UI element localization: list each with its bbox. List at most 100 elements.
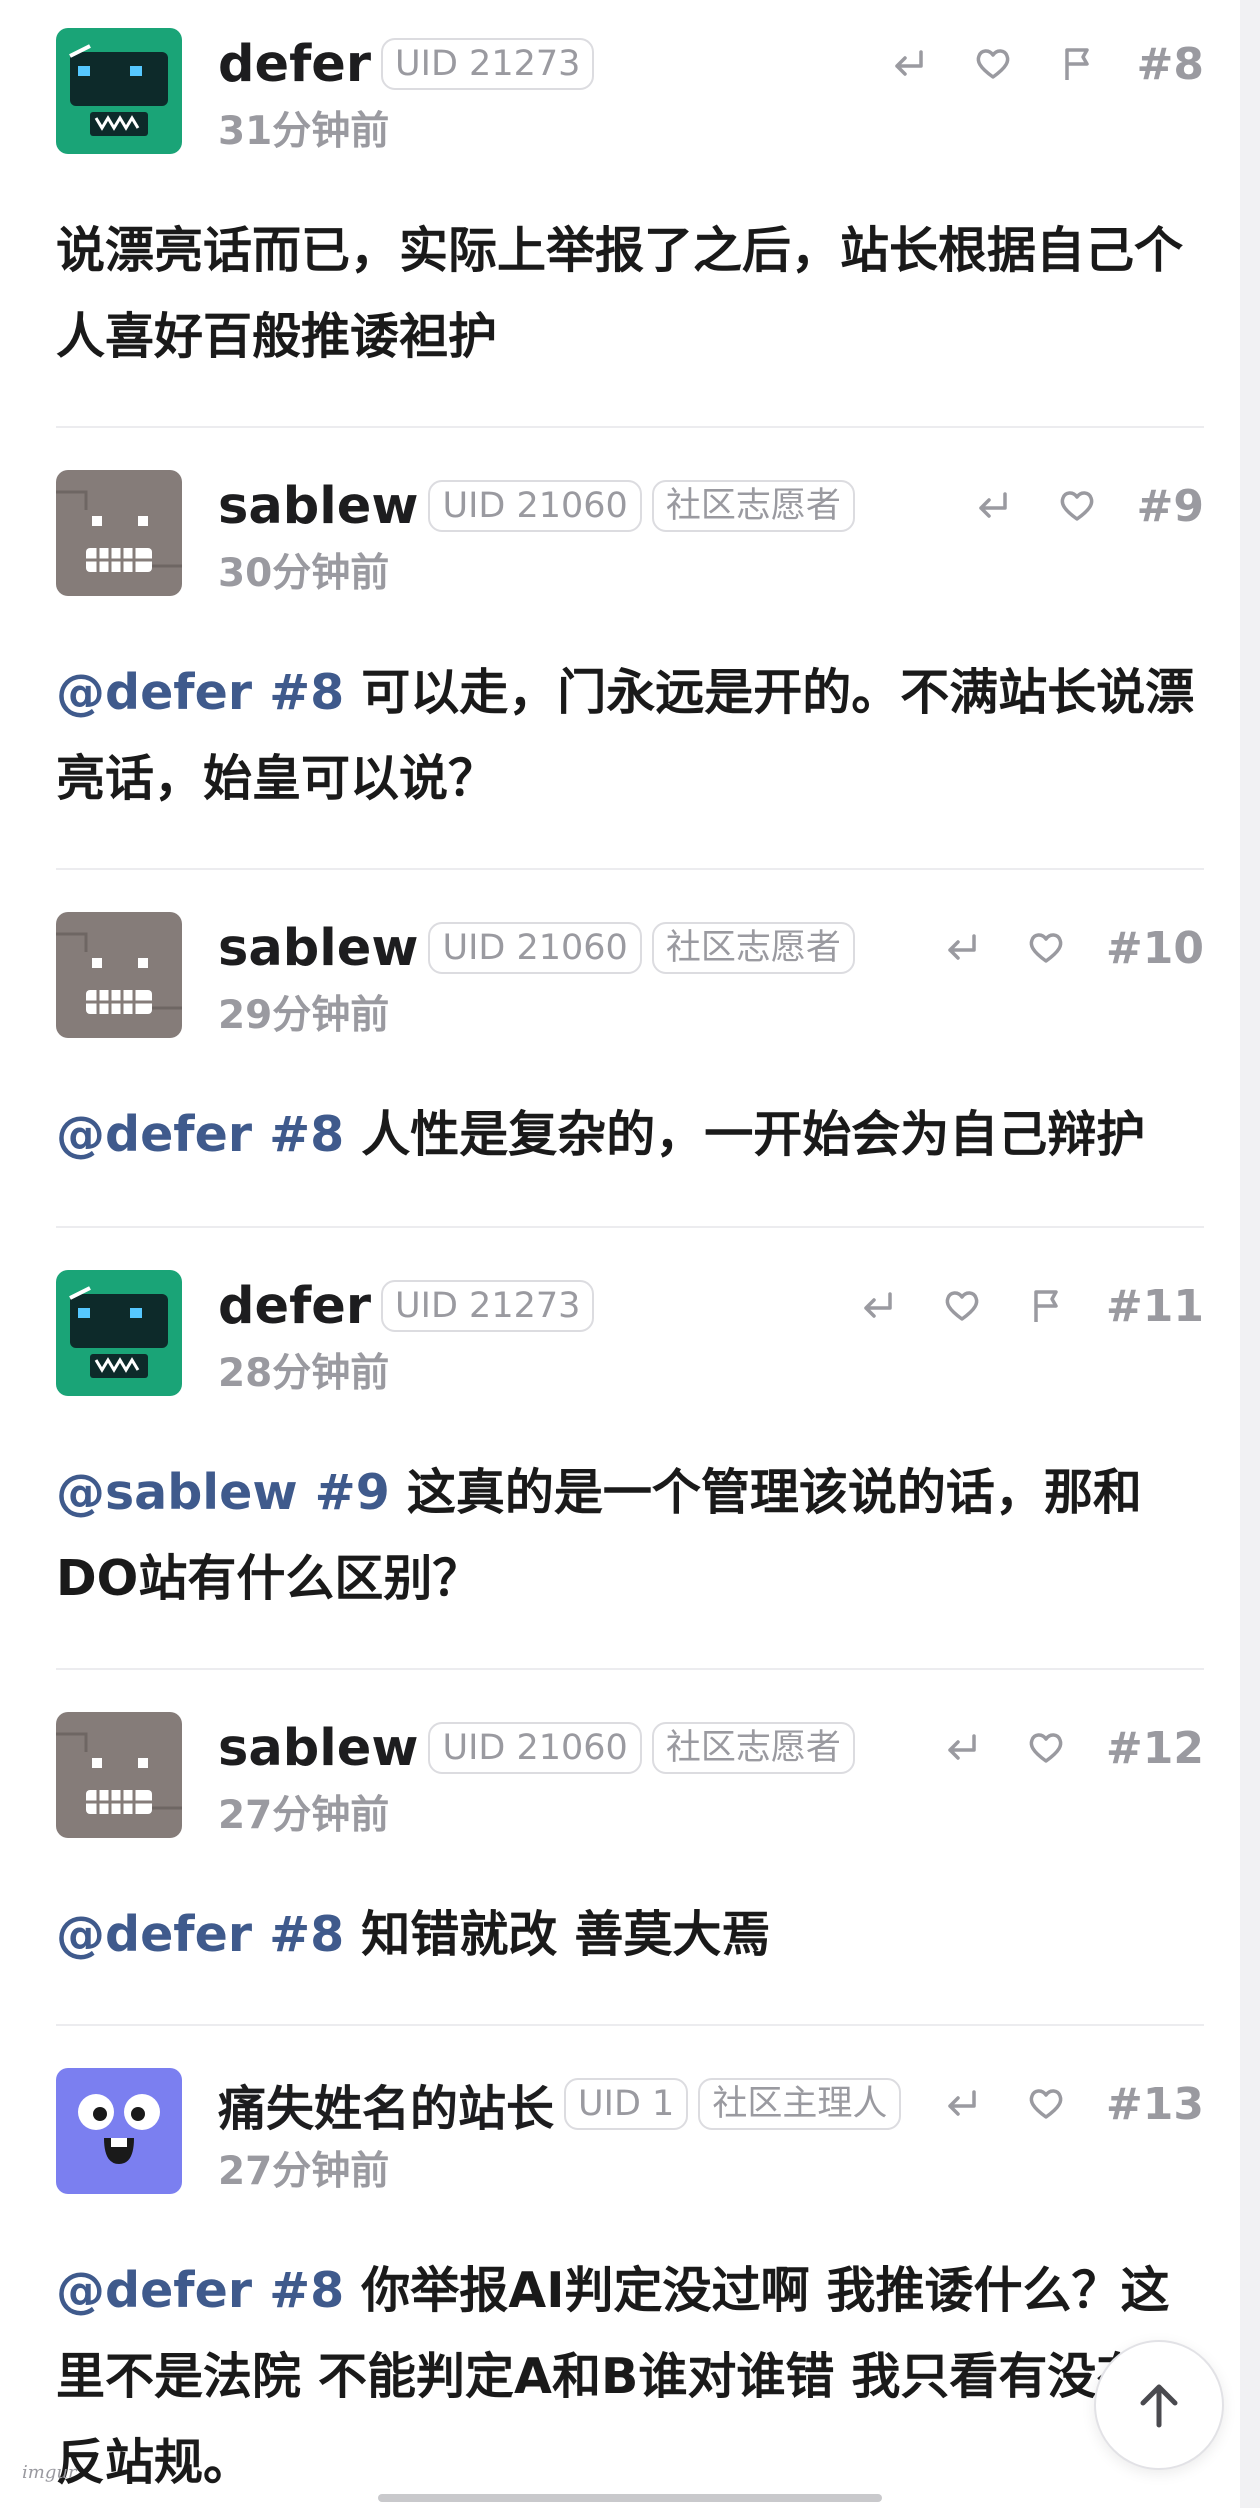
reply-button[interactable] <box>969 482 1017 530</box>
author-name[interactable]: defer <box>218 1277 371 1336</box>
uid-badge: UID 1 <box>564 2078 689 2130</box>
post-content: @defer #8 你举报AI判定没过啊 我推诿什么？这里不是法院 不能判定A和… <box>56 2248 1206 2506</box>
reply-icon <box>889 44 929 84</box>
author-line: sablew UID 21060 社区志愿者 <box>218 1712 855 1784</box>
post-actions: #13 <box>938 2072 1204 2136</box>
flag-icon <box>1057 44 1097 84</box>
post-content: @defer #8 可以走，门永远是开的。不满站长说漂亮话，始皇可以说？ <box>56 650 1206 822</box>
post-content: 说漂亮话而已，实际上举报了之后，站长根据自己个人喜好百般推诿袒护 <box>56 208 1206 380</box>
uid-badge: UID 21060 <box>428 922 642 974</box>
post-number[interactable]: #13 <box>1106 2079 1204 2130</box>
uid-badge: UID 21060 <box>428 1722 642 1774</box>
report-button[interactable] <box>1053 40 1101 88</box>
post-number[interactable]: #8 <box>1137 39 1204 90</box>
like-button[interactable] <box>1053 482 1101 530</box>
like-button[interactable] <box>938 1282 986 1330</box>
avatar[interactable] <box>56 28 182 154</box>
author-name[interactable]: sablew <box>218 1719 418 1778</box>
post-time: 27分钟前 <box>218 1793 390 1838</box>
post-content: @defer #8 人性是复杂的，一开始会为自己辩护 <box>56 1092 1206 1178</box>
post-body: 知错就改 善莫大焉 <box>344 1906 771 1963</box>
post-content: @defer #8 知错就改 善莫大焉 <box>56 1892 1206 1978</box>
avatar[interactable] <box>56 1712 182 1838</box>
like-button[interactable] <box>1022 924 1070 972</box>
author-line: 痛失姓名的站长 UID 1 社区主理人 <box>218 2068 902 2140</box>
scroll-to-top-button[interactable] <box>1094 2340 1224 2470</box>
post-divider <box>56 1668 1204 1670</box>
post-number[interactable]: #9 <box>1137 481 1204 532</box>
heart-icon <box>1057 486 1097 526</box>
author-line: defer UID 21273 <box>218 1270 595 1342</box>
post-item: 痛失姓名的站长 UID 1 社区主理人 27分钟前 #13 @defer #8 你… <box>56 2068 1204 2506</box>
reply-button[interactable] <box>938 924 986 972</box>
post-actions: #9 <box>969 474 1204 538</box>
reply-icon <box>942 928 982 968</box>
post-time: 30分钟前 <box>218 551 390 596</box>
report-button[interactable] <box>1022 1282 1070 1330</box>
author-line: defer UID 21273 <box>218 28 595 100</box>
post-number[interactable]: #12 <box>1106 1723 1204 1774</box>
role-badge: 社区志愿者 <box>651 1722 855 1774</box>
flag-icon <box>1026 1286 1066 1326</box>
mention-link[interactable]: @defer #8 <box>56 1106 344 1163</box>
post-item: defer UID 21273 28分钟前 #11 @sablew #9 这真的… <box>56 1270 1204 1622</box>
post-number[interactable]: #11 <box>1106 1281 1204 1332</box>
post-actions: #11 <box>854 1274 1204 1338</box>
reply-icon <box>858 1286 898 1326</box>
post-actions: #8 <box>885 32 1204 96</box>
uid-badge: UID 21060 <box>428 480 642 532</box>
reply-icon <box>973 486 1013 526</box>
like-button[interactable] <box>1022 1724 1070 1772</box>
post-actions: #10 <box>938 916 1204 980</box>
reply-button[interactable] <box>938 1724 986 1772</box>
reply-button[interactable] <box>854 1282 902 1330</box>
post-time: 29分钟前 <box>218 993 390 1038</box>
reply-button[interactable] <box>938 2080 986 2128</box>
heart-icon <box>1026 928 1066 968</box>
post-item: sablew UID 21060 社区志愿者 30分钟前 #9 @defer #8… <box>56 470 1204 822</box>
author-name[interactable]: 痛失姓名的站长 <box>218 2069 554 2139</box>
mention-link[interactable]: @defer #8 <box>56 1906 344 1963</box>
post-number[interactable]: #10 <box>1106 923 1204 974</box>
heart-icon <box>1026 2084 1066 2124</box>
post-divider <box>56 426 1204 428</box>
uid-badge: UID 21273 <box>381 38 595 90</box>
post-time: 27分钟前 <box>218 2149 390 2194</box>
post-time: 31分钟前 <box>218 109 390 154</box>
post-item: sablew UID 21060 社区志愿者 29分钟前 #10 @defer #… <box>56 912 1204 1178</box>
like-button[interactable] <box>969 40 1017 88</box>
home-indicator <box>378 2494 882 2502</box>
post-list: defer UID 21273 31分钟前 #8 说漂亮话而已，实际上举报了之后… <box>0 0 1240 2508</box>
heart-icon <box>942 1286 982 1326</box>
post-divider <box>56 1226 1204 1228</box>
uid-badge: UID 21273 <box>381 1280 595 1332</box>
author-line: sablew UID 21060 社区志愿者 <box>218 470 855 542</box>
avatar[interactable] <box>56 912 182 1038</box>
post-time: 28分钟前 <box>218 1351 390 1396</box>
reply-button[interactable] <box>885 40 933 88</box>
mention-link[interactable]: @defer #8 <box>56 664 344 721</box>
reply-icon <box>942 2084 982 2124</box>
post-content: @sablew #9 这真的是一个管理该说的话，那和DO站有什么区别？ <box>56 1450 1206 1622</box>
post-actions: #12 <box>938 1716 1204 1780</box>
heart-icon <box>1026 1728 1066 1768</box>
author-name[interactable]: defer <box>218 35 371 94</box>
like-button[interactable] <box>1022 2080 1070 2128</box>
post-divider <box>56 2024 1204 2026</box>
avatar[interactable] <box>56 470 182 596</box>
mention-link[interactable]: @defer #8 <box>56 2262 344 2319</box>
post-body: 说漂亮话而已，实际上举报了之后，站长根据自己个人喜好百般推诿袒护 <box>56 222 1184 365</box>
post-divider <box>56 868 1204 870</box>
avatar[interactable] <box>56 1270 182 1396</box>
post-body: 人性是复杂的，一开始会为自己辩护 <box>344 1106 1146 1163</box>
watermark: imgur <box>22 2462 77 2483</box>
author-name[interactable]: sablew <box>218 477 418 536</box>
mention-link[interactable]: @sablew #9 <box>56 1464 390 1521</box>
reply-icon <box>942 1728 982 1768</box>
post-item: sablew UID 21060 社区志愿者 27分钟前 #12 @defer #… <box>56 1712 1204 1978</box>
role-badge: 社区志愿者 <box>651 480 855 532</box>
role-badge: 社区志愿者 <box>651 922 855 974</box>
avatar[interactable] <box>56 2068 182 2194</box>
role-badge: 社区主理人 <box>698 2078 902 2130</box>
author-name[interactable]: sablew <box>218 919 418 978</box>
